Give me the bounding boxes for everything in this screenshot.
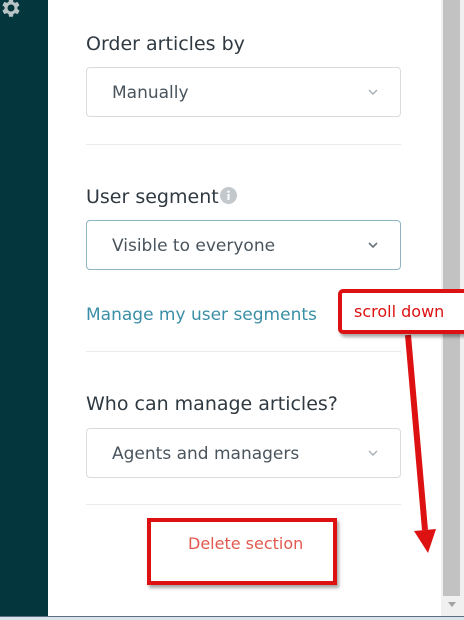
chevron-down-icon <box>368 450 378 456</box>
manage-user-segments-link[interactable]: Manage my user segments <box>86 305 317 325</box>
scroll-down-arrow-icon[interactable] <box>448 602 456 607</box>
divider <box>86 144 401 145</box>
order-articles-label: Order articles by <box>86 33 245 55</box>
annotation-callout: scroll down <box>338 289 464 334</box>
divider <box>86 504 401 505</box>
screen: Order articles by Manually User segment … <box>0 0 464 620</box>
who-can-manage-label: Who can manage articles? <box>86 393 338 415</box>
annotation-highlight-box <box>147 518 337 585</box>
user-segment-value: Visible to everyone <box>112 236 276 256</box>
divider <box>86 351 401 352</box>
app-sidebar <box>0 0 48 618</box>
chevron-down-icon <box>368 89 378 95</box>
info-icon[interactable] <box>220 187 237 204</box>
who-can-manage-value: Agents and managers <box>112 444 300 464</box>
taskbar-edge <box>0 616 464 620</box>
order-articles-value: Manually <box>112 83 189 103</box>
callout-text: scroll down <box>354 302 445 321</box>
user-segment-select[interactable]: Visible to everyone <box>86 220 401 270</box>
who-can-manage-select[interactable]: Agents and managers <box>86 428 401 478</box>
gear-icon[interactable] <box>0 0 22 20</box>
order-articles-select[interactable]: Manually <box>86 67 401 117</box>
user-segment-label: User segment <box>86 186 219 208</box>
chevron-down-icon <box>368 242 378 249</box>
